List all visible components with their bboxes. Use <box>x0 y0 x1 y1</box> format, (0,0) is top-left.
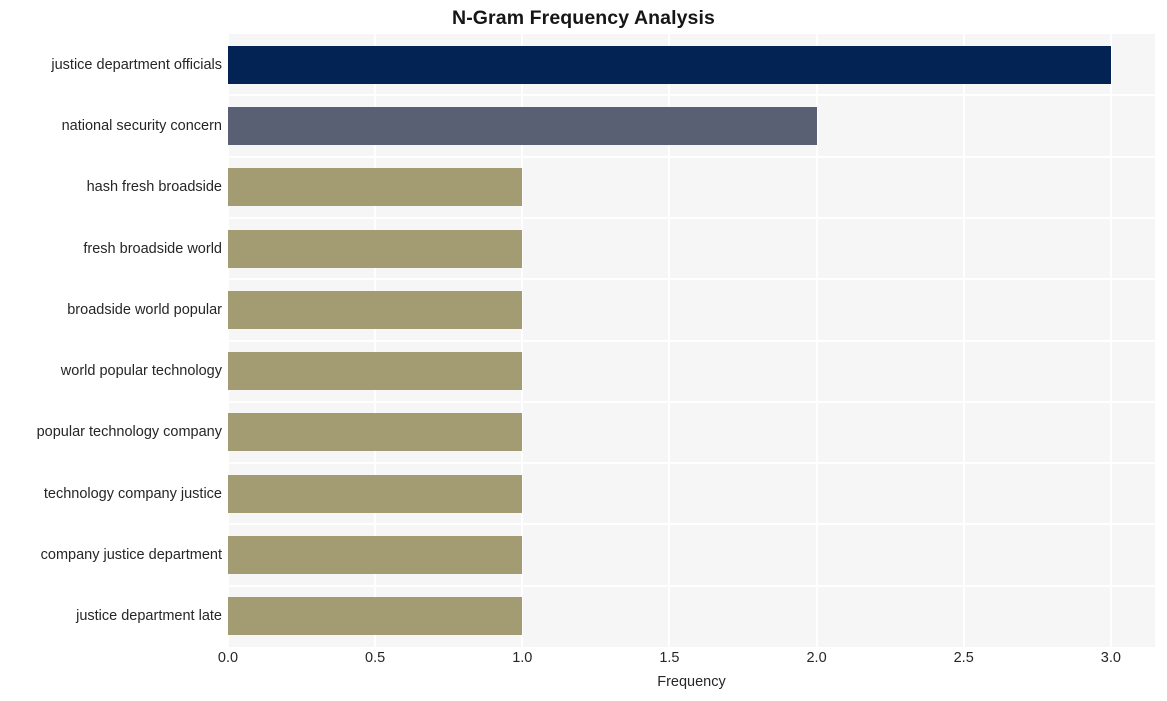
y-axis-tick-label: popular technology company <box>36 424 222 441</box>
bar <box>228 45 1111 84</box>
bar <box>228 597 523 636</box>
plot-area <box>228 34 1155 647</box>
x-axis-tick-label: 3.0 <box>1100 650 1121 666</box>
bar <box>228 352 523 391</box>
y-axis-tick-label: broadside world popular <box>67 301 222 318</box>
gridline-horizontal <box>228 584 1155 587</box>
bar <box>228 106 817 145</box>
bar <box>228 474 523 513</box>
y-axis-tick-label: justice department officials <box>51 56 222 73</box>
y-axis-tick-label: technology company justice <box>43 485 222 502</box>
gridline-horizontal <box>228 339 1155 342</box>
bar <box>228 413 523 452</box>
y-axis-tick-label: fresh broadside world <box>83 240 222 257</box>
y-axis-tick-label: world popular technology <box>60 363 222 380</box>
chart-figure: N-Gram Frequency Analysis justice depart… <box>0 0 1167 701</box>
gridline-horizontal <box>228 462 1155 465</box>
bar <box>228 229 523 268</box>
gridline-horizontal <box>228 216 1155 219</box>
x-axis-tick-label: 2.0 <box>806 650 827 666</box>
x-axis-tick-label: 0.5 <box>365 650 386 666</box>
x-axis-tick-label: 1.5 <box>659 650 680 666</box>
bar <box>228 290 523 329</box>
bar <box>228 536 523 575</box>
x-axis-tick-label: 0.0 <box>217 650 239 666</box>
y-axis-tick-labels: justice department officials national sec… <box>0 34 222 647</box>
x-axis-tick-labels: 0.0 0.5 1.0 1.5 2.0 2.5 3.0 <box>0 650 1167 672</box>
y-axis-tick-label: justice department late <box>76 608 222 625</box>
bar <box>228 168 523 207</box>
x-axis-tick-label: 2.5 <box>953 650 974 666</box>
y-axis-tick-label: national security concern <box>61 117 222 134</box>
gridline-horizontal <box>228 94 1155 97</box>
chart-title: N-Gram Frequency Analysis <box>452 7 715 29</box>
gridline-horizontal <box>228 400 1155 403</box>
gridline-horizontal <box>228 155 1155 158</box>
gridline-horizontal <box>228 523 1155 526</box>
x-axis-title: Frequency <box>657 674 726 690</box>
y-axis-tick-label: hash fresh broadside <box>86 179 222 196</box>
x-axis-tick-label: 1.0 <box>512 650 533 666</box>
gridline-horizontal <box>228 278 1155 281</box>
y-axis-tick-label: company justice department <box>40 547 222 564</box>
